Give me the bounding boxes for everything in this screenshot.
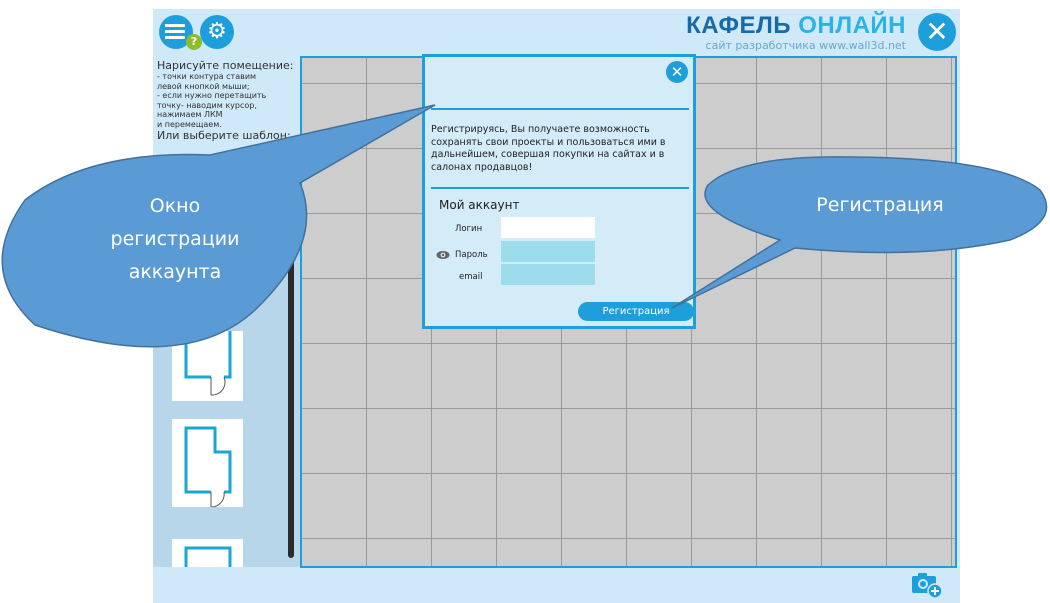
gear-icon[interactable]: ⚙ <box>200 15 234 49</box>
list-line <box>168 36 185 39</box>
logo-word-tile: КАФЕЛЬ <box>686 12 792 39</box>
register-button[interactable]: Регистрация <box>578 302 694 321</box>
logo-word-online: ОНЛАЙН <box>798 12 906 39</box>
sidebar-scrollbar[interactable] <box>288 176 294 558</box>
top-bar: ? ⚙ КАФЕЛЬ ОНЛАЙН сайт разработчика www.… <box>153 9 960 56</box>
instruction-line: - точки контура ставим <box>157 72 257 81</box>
close-icon[interactable]: ✕ <box>918 13 956 51</box>
logo-title: КАФЕЛЬ ОНЛАЙН <box>686 13 906 39</box>
room-outline-icon <box>184 546 232 567</box>
logo: КАФЕЛЬ ОНЛАЙН сайт разработчика www.wall… <box>686 13 906 53</box>
password-label: Пароль <box>455 250 488 260</box>
instruction-line: левой кнопкой мыши; <box>157 81 250 91</box>
login-field[interactable] <box>501 217 595 238</box>
left-callout-text: Окно регистрации аккаунта <box>110 195 240 283</box>
room-template-2[interactable] <box>172 419 243 507</box>
registration-modal: ✕ Регистрируясь, Вы получаете возможност… <box>422 54 696 329</box>
eye-icon[interactable] <box>436 250 450 260</box>
instruction-line: точку- наводим курсор, <box>157 100 257 110</box>
room-outline-icon <box>184 331 232 396</box>
room-template-3[interactable] <box>172 539 243 567</box>
account-section-title: Мой аккаунт <box>439 198 520 212</box>
template-prompt: Или выберите шаблон: <box>157 129 291 142</box>
right-callout-text: Регистрация <box>816 194 944 216</box>
close-icon[interactable]: ✕ <box>666 61 688 83</box>
login-label: Логин <box>455 224 483 234</box>
registration-message: Регистрируясь, Вы получаете возможность … <box>431 124 666 173</box>
email-label: email <box>459 272 483 282</box>
instructions-panel: Нарисуйте помещение: - точки контура ста… <box>153 56 300 176</box>
sidebar: Нарисуйте помещение: - точки контура ста… <box>153 56 300 567</box>
password-field[interactable] <box>501 241 595 262</box>
list-line <box>168 24 185 27</box>
list-line <box>168 30 185 33</box>
camera-add-icon[interactable] <box>910 570 944 600</box>
room-template-1[interactable] <box>172 331 243 401</box>
email-field[interactable] <box>501 264 595 285</box>
modal-divider <box>431 108 689 110</box>
logo-subtitle: сайт разработчика www.wall3d.net <box>705 39 906 52</box>
instruction-line: - если нужно перетащить <box>157 91 267 100</box>
modal-divider <box>431 187 689 189</box>
bottom-bar <box>153 568 960 603</box>
instructions-heading: Нарисуйте помещение: <box>157 59 294 72</box>
room-outline-icon <box>184 426 232 507</box>
instruction-line: нажимаем ЛКМ <box>157 110 223 119</box>
instruction-line: и перемещаем. <box>157 119 222 129</box>
